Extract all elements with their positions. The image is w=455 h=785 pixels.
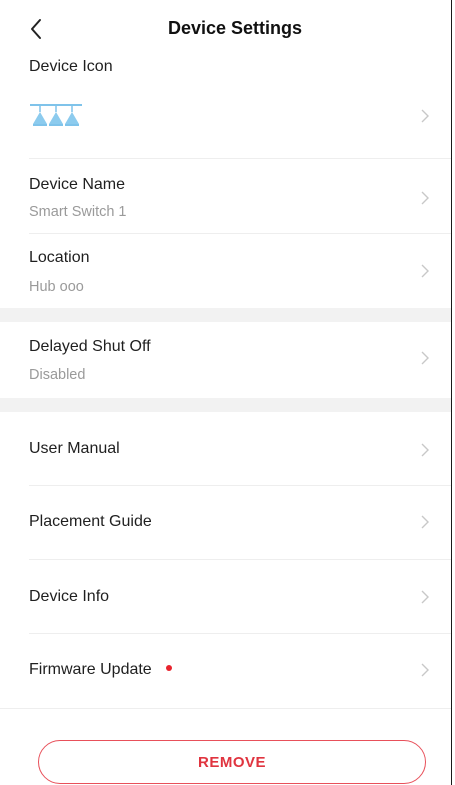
chevron-right-icon: [421, 264, 429, 278]
device-info-label: Device Info: [29, 588, 110, 605]
chevron-right-icon: [421, 191, 429, 205]
pendant-lights-icon: [30, 104, 82, 126]
device-name-label: Device Name: [29, 176, 126, 193]
update-badge-dot: [165, 664, 172, 671]
placement-guide-row[interactable]: Placement Guide: [0, 486, 451, 559]
firmware-update-row[interactable]: Firmware Update: [0, 634, 451, 708]
location-label: Location: [29, 249, 90, 266]
location-value: Hub ooo: [29, 279, 84, 295]
page-title: Device Settings: [167, 18, 303, 38]
device-icon-label: Device Icon: [29, 58, 113, 75]
delayed-shut-off-label: Delayed Shut Off: [29, 338, 151, 355]
divider: [0, 708, 451, 709]
firmware-update-title: Firmware Update: [29, 661, 172, 679]
chevron-right-icon: [421, 515, 429, 529]
frame-border: [451, 0, 452, 785]
delayed-shut-off-row[interactable]: Delayed Shut Off Disabled: [0, 322, 451, 398]
location-row[interactable]: Location Hub ooo: [0, 234, 451, 308]
chevron-right-icon: [421, 663, 429, 677]
device-info-row[interactable]: Device Info: [0, 560, 451, 633]
chevron-right-icon: [421, 443, 429, 457]
section-separator: [0, 308, 451, 322]
chevron-right-icon: [421, 109, 429, 123]
placement-guide-label: Placement Guide: [29, 513, 152, 530]
header: Device Settings: [0, 0, 451, 56]
chevron-right-icon: [421, 590, 429, 604]
device-name-value: Smart Switch 1: [29, 204, 127, 220]
user-manual-label: User Manual: [29, 440, 120, 457]
delayed-shut-off-value: Disabled: [29, 367, 86, 383]
remove-button[interactable]: REMOVE: [38, 740, 426, 784]
section-separator: [0, 398, 451, 412]
user-manual-row[interactable]: User Manual: [0, 412, 451, 485]
chevron-right-icon: [421, 351, 429, 365]
device-name-row[interactable]: Device Name Smart Switch 1: [0, 159, 451, 233]
device-icon-row[interactable]: Device Icon: [0, 56, 451, 156]
firmware-update-label: Firmware Update: [29, 661, 152, 678]
